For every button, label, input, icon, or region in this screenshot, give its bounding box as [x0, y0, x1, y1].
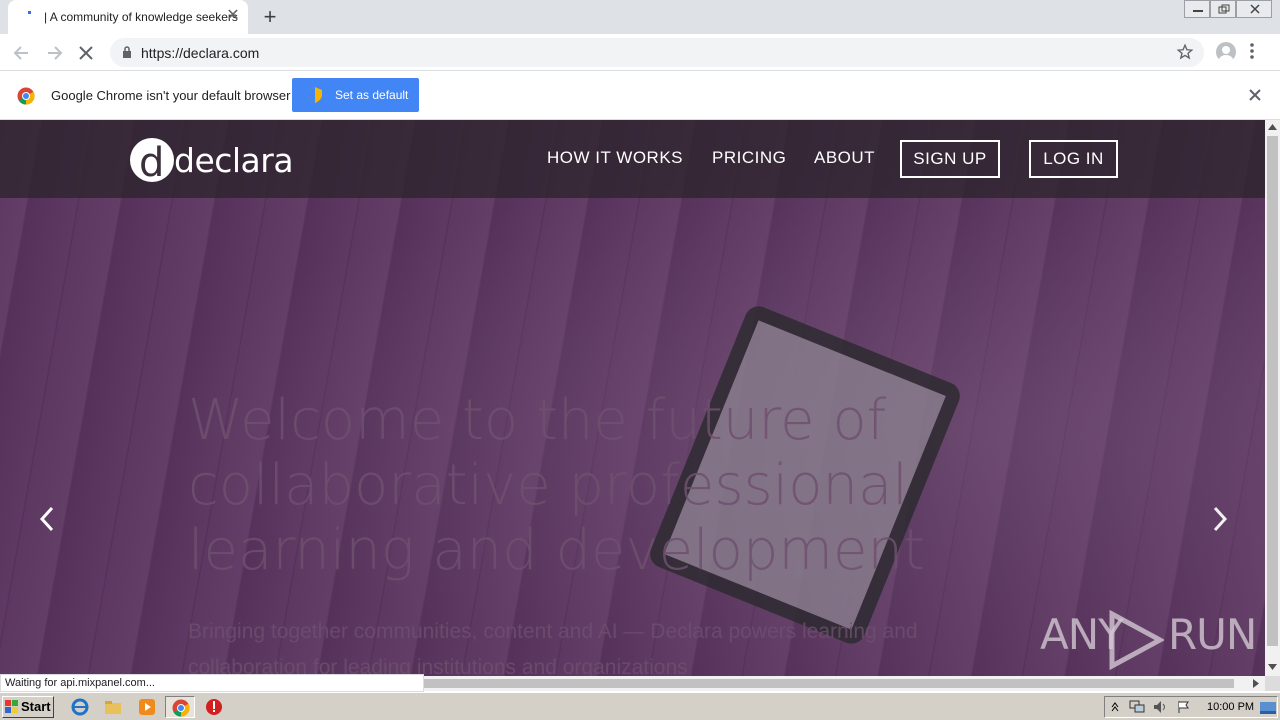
carousel-next-icon[interactable]	[1211, 505, 1229, 533]
uac-shield-icon	[308, 87, 322, 103]
address-bar[interactable]: https://declara.com	[110, 38, 1204, 67]
volume-icon[interactable]	[1153, 700, 1169, 714]
tray-expand-icon[interactable]	[1111, 701, 1119, 713]
hero-subtitle: Bringing together communities, content a…	[188, 620, 918, 676]
profile-avatar-icon[interactable]	[1216, 42, 1236, 62]
media-player-icon[interactable]	[138, 698, 156, 716]
chrome-logo-icon	[17, 87, 35, 105]
forward-icon[interactable]	[43, 42, 65, 64]
tab-title: | A community of knowledge seekers	[44, 10, 238, 24]
taskbar-clock[interactable]: 10:00 PM	[1207, 701, 1254, 713]
webpage-hero: d declara HOW IT WORKS PRICING ABOUT SIG…	[0, 120, 1265, 676]
kebab-menu-icon[interactable]	[1250, 43, 1254, 59]
set-as-default-label: Set as default	[335, 88, 409, 102]
site-navbar: d declara HOW IT WORKS PRICING ABOUT SIG…	[0, 120, 1265, 198]
file-explorer-icon[interactable]	[104, 698, 122, 716]
declara-favicon-icon	[28, 11, 31, 14]
restore-button[interactable]	[1210, 0, 1236, 18]
close-window-button[interactable]	[1236, 0, 1272, 18]
carousel-prev-icon[interactable]	[38, 505, 56, 533]
show-desktop-icon[interactable]	[1260, 702, 1276, 714]
action-center-flag-icon[interactable]	[1177, 700, 1191, 714]
chrome-taskbar-icon	[172, 699, 190, 717]
start-label: Start	[21, 699, 51, 714]
browser-toolbar: https://declara.com	[0, 34, 1280, 71]
infobar-close-icon[interactable]	[1248, 88, 1262, 102]
default-browser-infobar: Google Chrome isn't your default browser…	[0, 71, 1280, 120]
scroll-up-icon[interactable]	[1268, 124, 1277, 130]
lock-icon	[123, 46, 131, 58]
horizontal-scroll-thumb[interactable]	[424, 679, 1234, 688]
nav-how-it-works[interactable]: HOW IT WORKS	[547, 148, 683, 168]
close-window-icon	[1250, 4, 1260, 14]
status-bubble: Waiting for api.mixpanel.com...	[0, 674, 424, 692]
back-icon[interactable]	[11, 42, 33, 64]
stop-loading-icon[interactable]	[75, 42, 97, 64]
vertical-scroll-thumb[interactable]	[1267, 136, 1278, 646]
person-icon	[1219, 46, 1233, 62]
scroll-right-icon[interactable]	[1253, 679, 1259, 688]
log-in-button[interactable]: LOG IN	[1029, 140, 1118, 178]
minimize-icon	[1193, 10, 1203, 12]
hero-title: Welcome to the future of collaborative p…	[188, 388, 925, 583]
bookmark-star-icon[interactable]	[1176, 43, 1194, 61]
network-icon[interactable]	[1129, 700, 1145, 714]
browser-tab[interactable]: | A community of knowledge seekers ✕	[8, 0, 248, 34]
anyrun-play-icon	[1109, 610, 1164, 670]
logo-mark: d	[139, 140, 165, 186]
system-tray: 10:00 PM	[1104, 696, 1278, 718]
minimize-button[interactable]	[1184, 0, 1210, 18]
scrollbar-corner	[1265, 676, 1280, 691]
internet-explorer-icon[interactable]	[71, 698, 89, 716]
set-as-default-button[interactable]: Set as default	[292, 78, 419, 112]
nav-about[interactable]: ABOUT	[814, 148, 875, 168]
antivirus-icon[interactable]	[205, 698, 223, 716]
start-button[interactable]: Start	[2, 696, 54, 718]
restore-icon	[1218, 4, 1230, 14]
infobar-message: Google Chrome isn't your default browser	[51, 88, 291, 103]
tab-close-icon[interactable]: ✕	[224, 7, 242, 25]
tab-strip: | A community of knowledge seekers ✕ +	[0, 0, 1280, 34]
windows-taskbar: Start 10:00 PM	[0, 692, 1280, 720]
vertical-scrollbar[interactable]	[1265, 120, 1280, 676]
scroll-down-icon[interactable]	[1268, 664, 1277, 670]
nav-pricing[interactable]: PRICING	[712, 148, 786, 168]
new-tab-button[interactable]: +	[258, 5, 282, 29]
sign-up-button[interactable]: SIGN UP	[900, 140, 1000, 178]
url-text: https://declara.com	[141, 45, 260, 61]
logo-text: declara	[174, 141, 294, 180]
taskbar-chrome-button[interactable]	[165, 696, 195, 718]
anyrun-watermark-right: RUN	[1168, 610, 1257, 659]
windows-logo-icon	[5, 700, 18, 713]
